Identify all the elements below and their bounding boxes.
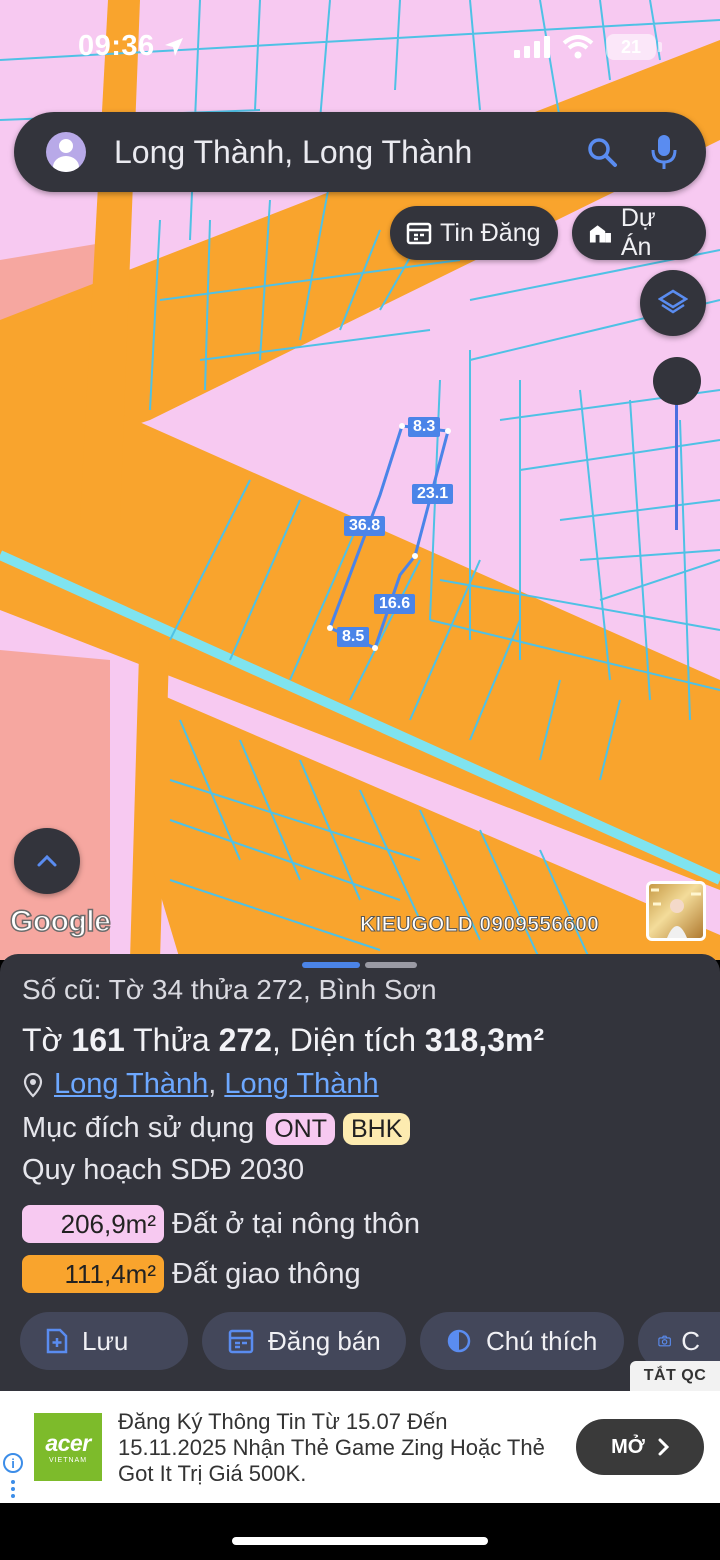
search-input[interactable]: Long Thành, Long Thành (114, 134, 582, 171)
use-area-traffic: 111,4m² (22, 1255, 164, 1293)
post-sale-button-label: Đăng bán (268, 1325, 381, 1356)
dimension-label-bottom: 8.5 (337, 627, 370, 647)
battery-icon: 21 (606, 34, 662, 60)
ad-brand-logo: acer VIETNAM (34, 1413, 102, 1481)
home-indicator[interactable] (232, 1537, 488, 1545)
calendar-icon (228, 1329, 254, 1354)
signal-icon (514, 36, 550, 58)
ad-thumbnail[interactable] (646, 881, 706, 941)
old-parcel-id: Số cũ: Tờ 34 thửa 272, Bình Sơn (22, 974, 437, 1005)
listings-chip-label: Tin Đăng (440, 218, 541, 247)
purpose-tag-ont: ONT (266, 1112, 335, 1145)
land-use-purpose: Mục đích sử dụng ONT BHK (22, 1112, 411, 1145)
plan-label: Quy hoạch SDĐ 2030 (22, 1154, 305, 1186)
ad-open-button[interactable]: MỞ (576, 1419, 704, 1475)
status-bar: 09:36 21 (0, 0, 720, 100)
chevron-right-icon (658, 1438, 669, 1456)
layers-button[interactable] (640, 270, 706, 336)
mic-icon[interactable] (644, 132, 684, 172)
ad-text: Đăng Ký Thông Tin Từ 15.07 Đến 15.11.202… (118, 1409, 545, 1486)
projects-chip-label: Dự Án (620, 204, 656, 261)
parcel-location: Long Thành, Long Thành (22, 1068, 379, 1101)
save-button[interactable]: Lưu (20, 1312, 188, 1370)
land-use-row-traffic: 111,4m² Đất giao thông (22, 1255, 361, 1293)
watermark-text: KIEUGOLD 0909556600 (359, 913, 600, 937)
legend-button[interactable]: Chú thích (420, 1312, 624, 1370)
status-icons: 21 (514, 34, 662, 60)
parcel-number: 272 (218, 1022, 272, 1058)
status-time: 09:36 (78, 30, 185, 63)
wifi-icon (562, 35, 594, 59)
avatar[interactable] (46, 132, 86, 172)
expand-sheet-button[interactable] (14, 828, 80, 894)
location-link-district[interactable]: Long Thành (54, 1068, 208, 1101)
legend-button-label: Chú thích (486, 1325, 598, 1356)
search-icon[interactable] (582, 132, 622, 172)
use-label-residential: Đất ở tại nông thôn (172, 1207, 420, 1240)
contrast-icon (447, 1329, 471, 1353)
search-bar[interactable]: Long Thành, Long Thành (14, 112, 706, 192)
parcel-area: 318,3m² (424, 1022, 545, 1058)
chevron-up-icon (37, 854, 57, 867)
parcel-title: Tờ 161 Thửa 272, Diện tích 318,3m² (22, 1022, 545, 1058)
hide-ads-button[interactable]: TẮT QC (630, 1361, 720, 1391)
save-button-label: Lưu (82, 1325, 129, 1356)
page-indicator-active (302, 962, 360, 968)
opacity-slider-knob[interactable] (653, 357, 701, 405)
projects-chip[interactable]: Dự Án (572, 204, 706, 261)
info-icon[interactable]: i (3, 1453, 23, 1473)
sheet-number: 161 (71, 1022, 125, 1058)
use-area-residential: 206,9m² (22, 1205, 164, 1243)
page-indicator-inactive (365, 962, 417, 968)
purpose-tag-bhk: BHK (342, 1112, 411, 1145)
location-arrow-icon (165, 38, 184, 57)
save-file-icon (46, 1328, 68, 1354)
ad-open-label: MỞ (611, 1435, 645, 1458)
camera-icon (658, 1335, 671, 1347)
home-area (0, 1503, 720, 1560)
location-link-ward[interactable]: Long Thành (224, 1068, 378, 1101)
more-dots-icon (11, 1480, 15, 1498)
layers-icon (658, 289, 688, 314)
google-logo: Google (9, 904, 111, 939)
dimension-label-top: 8.3 (408, 417, 441, 437)
building-icon (589, 225, 611, 243)
listings-chip[interactable]: Tin Đăng (390, 206, 558, 260)
dimension-label-right: 23.1 (412, 484, 454, 504)
location-pin-icon (23, 1072, 43, 1098)
photo-button-label: C (681, 1325, 700, 1356)
calendar-icon (406, 222, 432, 245)
use-label-traffic: Đất giao thông (172, 1257, 361, 1290)
dimension-label-lower-right: 16.6 (374, 594, 416, 614)
land-use-row-residential: 206,9m² Đất ở tại nông thôn (22, 1205, 420, 1243)
post-sale-button[interactable]: Đăng bán (202, 1312, 406, 1370)
ad-banner[interactable]: i acer VIETNAM Đăng Ký Thông Tin Từ 15.0… (0, 1391, 720, 1503)
dimension-label-left: 36.8 (344, 516, 386, 536)
